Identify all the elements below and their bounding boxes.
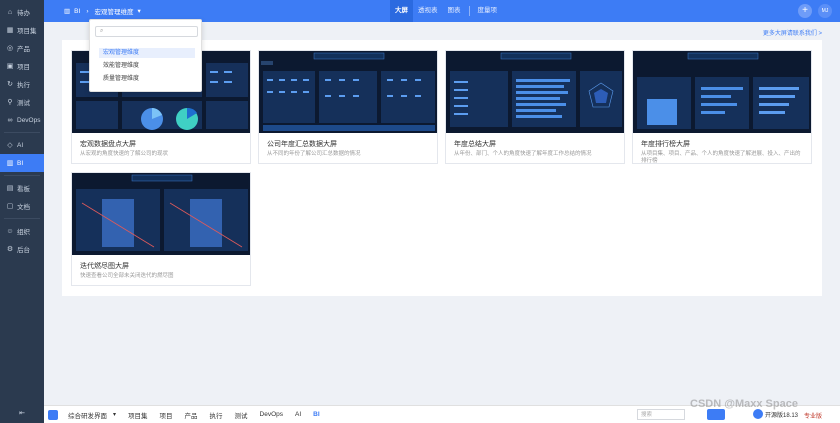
card-description: 从项目集、项目、产品、个人的角度快速了解进展、投入、产出的排行榜 [641,151,801,164]
home-icon: ⌂ [7,8,13,16]
bottom-nav-bi[interactable]: BI [307,411,326,418]
edition-badge[interactable]: 专业版 [804,411,822,420]
bottom-search-input[interactable]: 搜索 [637,409,685,420]
sidebar-item-product[interactable]: ◎ 产品 [0,39,44,57]
sidebar-item-bi[interactable]: ▥ BI [0,154,44,172]
tab-chart[interactable]: 图表 [443,0,466,22]
card-title: 迭代燃尽图大屏 [80,263,129,270]
tab-screen[interactable]: 大屏 [390,0,413,22]
card-description: 从不同的年份了解公司汇总数据的情况 [267,151,361,157]
sidebar-item-org[interactable]: ☺ 组织 [0,222,44,240]
tab-pivot[interactable]: 透视表 [413,0,443,22]
screen-card[interactable]: 年度总结大屏 从年份、部门、个人的角度快速了解年度工作总结的情况 [445,50,625,164]
card-title: 年度总结大屏 [454,141,496,148]
dropdown-option[interactable]: 效能管理维度 [99,61,195,71]
version-info[interactable]: 开源版18.13 [753,409,798,419]
dimension-selector[interactable]: 宏观管理维度 [94,6,133,16]
dropdown-option[interactable]: 质量管理维度 [99,74,195,84]
screen-thumbnail [259,51,437,133]
screen-thumbnail [633,51,811,133]
test-icon: ⚲ [7,99,13,106]
dashboard-preview-image [446,51,624,133]
sidebar-divider [4,218,40,219]
screen-thumbnail [446,51,624,133]
project-set-icon: ▦ [6,27,14,34]
sidebar-item-program[interactable]: ▦ 项目集 [0,21,44,39]
sidebar-divider [4,132,40,133]
card-title: 公司年度汇总数据大屏 [267,141,337,148]
dimension-dropdown: ⌕ 宏观管理维度 效能管理维度 质量管理维度 [89,19,202,92]
bottom-nav-program[interactable]: 项目集 [122,410,154,420]
kanban-icon: ▤ [6,185,14,192]
screen-thumbnail [72,173,250,255]
screen-card[interactable]: 公司年度汇总数据大屏 从不同的年份了解公司汇总数据的情况 [258,50,438,164]
chevron-down-icon: ▾ [137,8,141,15]
bi-icon: ▥ [6,160,14,167]
card-title: 宏观数据盘点大屏 [80,141,136,148]
tab-metric[interactable]: 度量项 [473,0,503,22]
bi-module-icon: ▥ [64,8,71,15]
sidebar-item-devops[interactable]: ∞ DevOps [0,111,44,129]
sidebar-item-todo[interactable]: ⌂ 待办 [0,3,44,21]
sidebar-item-test[interactable]: ⚲ 测试 [0,93,44,111]
devops-icon: ∞ [7,116,13,124]
more-screens-link[interactable]: 更多大屏请联系我们 > [763,28,822,37]
avatar[interactable]: MJ [818,4,832,18]
sidebar-item-execution[interactable]: ↻ 执行 [0,75,44,93]
logo-icon [753,409,763,419]
card-description: 快速查看公司全部未关闭迭代的燃尽图 [80,273,174,279]
org-icon: ☺ [6,227,14,235]
sidebar-collapse-button[interactable]: ⇤ [0,409,44,417]
card-description: 从年份、部门、个人的角度快速了解年度工作总结的情况 [454,151,592,157]
card-description: 从宏观的角度快速的了解公司的现状 [80,151,169,157]
bottom-nav-devops[interactable]: DevOps [254,411,289,418]
top-tabs: 大屏 透视表 图表 度量项 [390,0,502,22]
sidebar-item-kanban[interactable]: ▤ 看板 [0,179,44,197]
workspace-switcher[interactable]: 综合研发界面 [62,410,113,420]
sidebar: ⌂ 待办 ▦ 项目集 ◎ 产品 ▣ 项目 ↻ 执行 ⚲ 测试 ∞ DevOps ◇ AI ▥ BI… [0,0,44,423]
watermark: CSDN @Maxx Space [690,398,798,410]
ai-icon: ◇ [7,142,13,149]
bottom-nav-project[interactable]: 项目 [154,410,179,420]
module-label: BI [74,7,81,15]
project-icon: ▣ [6,63,14,70]
dropdown-option[interactable]: 宏观管理维度 [99,48,195,58]
add-icon[interactable]: + [798,4,812,18]
execution-icon: ↻ [7,81,13,88]
tab-divider [468,6,470,16]
bottom-nav-execution[interactable]: 执行 [204,410,229,420]
dashboard-preview-image [72,173,250,255]
sidebar-item-admin[interactable]: ⚙ 后台 [0,240,44,258]
screen-card[interactable]: 年度排行榜大屏 从项目集、项目、产品、个人的角度快速了解进展、投入、产出的排行榜 [632,50,812,164]
doc-icon: ▢ [6,203,14,210]
bottom-nav-product[interactable]: 产品 [179,410,204,420]
screen-card[interactable]: 迭代燃尽图大屏 快速查看公司全部未关闭迭代的燃尽图 [71,172,251,286]
product-icon: ◎ [6,45,14,52]
chevron-down-icon: ▾ [113,412,117,418]
bottom-nav-test[interactable]: 测试 [229,410,254,420]
sidebar-divider [4,175,40,176]
sidebar-item-doc[interactable]: ▢ 文档 [0,197,44,215]
dashboard-preview-image [633,51,811,133]
chevron-right-icon: › [86,7,89,15]
search-button[interactable] [707,409,725,420]
bottom-nav-ai[interactable]: AI [289,411,307,418]
search-icon: ⌕ [100,28,104,34]
sidebar-item-ai[interactable]: ◇ AI [0,136,44,154]
dashboard-preview-image [259,51,437,133]
sidebar-item-project[interactable]: ▣ 项目 [0,57,44,75]
card-title: 年度排行榜大屏 [641,141,690,148]
dropdown-search-input[interactable]: ⌕ [95,26,198,37]
workspace-icon [48,409,58,420]
admin-icon: ⚙ [6,246,14,253]
